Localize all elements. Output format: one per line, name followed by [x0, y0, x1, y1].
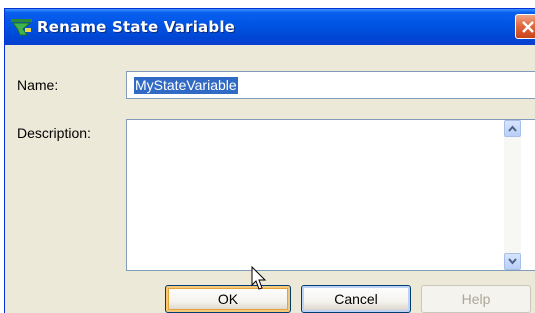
rename-dialog: Rename State Variable Name: MyStateVaria…	[4, 8, 535, 313]
scroll-down-button[interactable]	[504, 253, 521, 270]
name-label: Name:	[17, 77, 59, 93]
cancel-button[interactable]: Cancel	[301, 285, 411, 313]
scroll-down-icon	[508, 258, 517, 265]
close-button[interactable]	[515, 14, 535, 39]
close-icon	[522, 21, 534, 33]
scroll-up-icon	[508, 125, 517, 132]
dialog-body: Name: MyStateVariable Description: OK Ca…	[5, 45, 535, 313]
dialog-title: Rename State Variable	[37, 18, 236, 36]
name-input[interactable]: MyStateVariable	[126, 71, 535, 99]
description-textarea[interactable]	[126, 119, 535, 271]
title-bar[interactable]: Rename State Variable	[5, 9, 535, 45]
state-variable-icon	[11, 18, 33, 36]
name-input-value: MyStateVariable	[134, 77, 238, 94]
description-label: Description:	[17, 125, 91, 141]
scroll-up-button[interactable]	[504, 120, 521, 137]
vertical-scrollbar[interactable]	[504, 120, 521, 270]
help-button[interactable]: Help	[421, 285, 531, 313]
ok-button[interactable]: OK	[165, 285, 291, 313]
mouse-pointer-icon	[251, 266, 267, 290]
